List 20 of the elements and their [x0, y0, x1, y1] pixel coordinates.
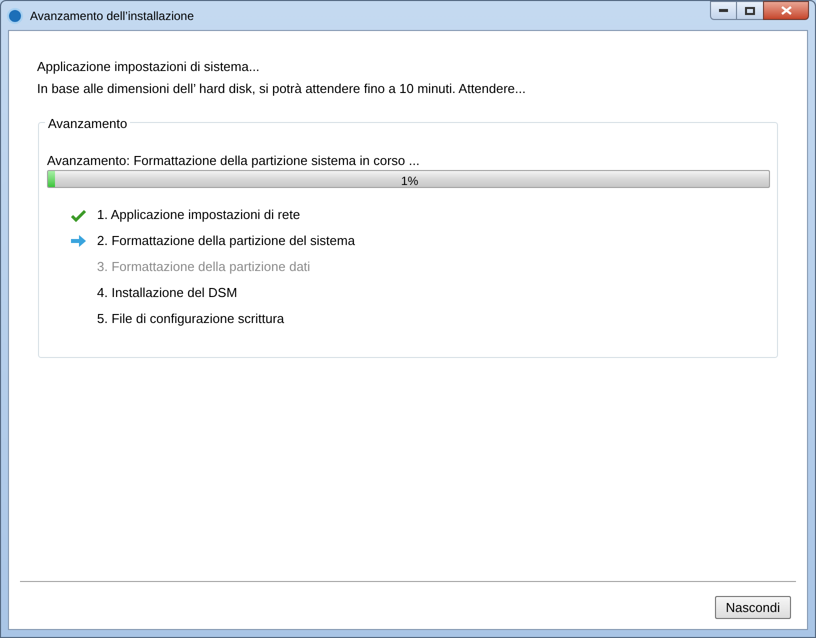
step-label: 3. Formattazione della partizione dati — [97, 258, 310, 276]
step-label: 2. Formattazione della partizione del sistema — [97, 232, 355, 250]
progress-percent: 1% — [401, 173, 418, 187]
step-label: 1. Applicazione impostazioni di rete — [97, 206, 300, 224]
close-button[interactable] — [763, 1, 809, 20]
right-arrow-icon — [71, 235, 86, 247]
maximize-icon — [745, 6, 755, 14]
window-title: Avanzamento dell’installazione — [30, 8, 194, 24]
maximize-button[interactable] — [737, 1, 763, 20]
step-label: 5. File di configurazione scrittura — [97, 310, 284, 328]
close-icon — [780, 6, 792, 15]
instruction-text: Applicazione impostazioni di sistema... — [37, 59, 261, 75]
minimize-button[interactable] — [710, 1, 737, 20]
status-text: Avanzamento: Formattazione della partizione sistema in corso ... — [47, 153, 421, 169]
step-label: 4. Installazione del DSM — [97, 284, 238, 302]
app-icon — [7, 8, 23, 24]
minimize-icon — [719, 9, 728, 12]
checkmark-icon — [71, 208, 86, 222]
instruction-text: In base alle dimensioni dell’ hard disk, si potrà attendere fino a 10 minuti. Attendere... — [37, 81, 527, 97]
hide-button[interactable]: Nascondi — [714, 596, 791, 619]
